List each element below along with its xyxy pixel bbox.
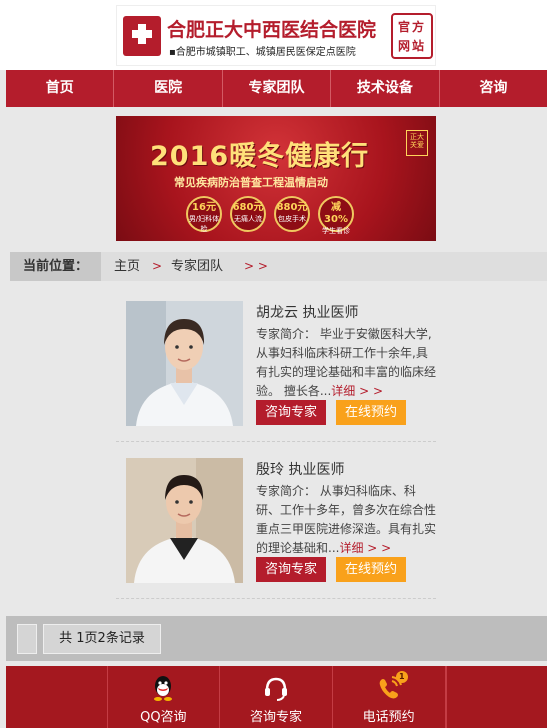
consult-expert-button[interactable]: 咨询专家 [256,557,326,582]
badge-line-2: 网站 [397,39,426,53]
nav-item-experts[interactable]: 专家团队 [223,70,332,107]
offer-desc: 无痛人流 [234,215,262,223]
bottom-action-bar: QQ咨询 咨询专家 1 电话预约 [6,666,547,728]
doctor-detail-link[interactable]: 详细 > > [339,541,391,555]
pagination: 共 1页2条记录 [6,616,547,661]
phone-booking-label: 电话预约 [362,710,415,725]
hospital-tagline: ▪合肥市城镇职工、城镇居民医保定点医院 [169,47,356,58]
qq-consult-button[interactable]: QQ咨询 [106,666,221,728]
main-nav: 首页 医院 专家团队 技术设备 咨询 [6,70,547,107]
nav-item-hospital[interactable]: 医院 [114,70,223,107]
banner-title: 2016暖冬健康行 [150,141,370,172]
promo-banner[interactable]: 2016暖冬健康行 正大 关爱 常见疾病防治普查工程温情启动 16元男/妇科体检… [116,116,436,241]
site-header: 合肥正大中西医结合医院 ▪合肥市城镇职工、城镇居民医保定点医院 官方 网站 [0,0,547,70]
official-site-badge: 官方 网站 [391,13,433,59]
online-booking-button[interactable]: 在线预约 [336,400,406,425]
doctor-name: 胡龙云 执业医师 [256,305,359,321]
expert-consult-button[interactable]: 咨询专家 [220,666,333,728]
expert-consult-label: 咨询专家 [250,710,303,725]
headset-icon [265,677,287,701]
offer-desc: 男/妇科体检 [188,215,220,233]
badge-line-1: 官方 [397,20,426,34]
breadcrumb-trail: > > [244,259,268,273]
doctor-photo[interactable] [126,301,243,426]
doctor-intro: 专家简介： 毕业于安徽医科大学,从事妇科临床科研工作十余年,具有扎实的理论基础和… [256,325,438,401]
online-booking-button[interactable]: 在线预约 [336,557,406,582]
offer-badge: 680元无痛人流 [230,196,266,232]
offer-desc: 学生看诊 [322,227,350,235]
nav-item-equipment[interactable]: 技术设备 [331,70,440,107]
offer-desc: 包皮手术 [278,215,306,223]
qq-consult-label: QQ咨询 [140,710,187,725]
offer-value: 680元 [232,202,264,213]
banner-subtitle: 常见疾病防治普查工程温情启动 [174,176,328,189]
cross-logo-icon [123,16,161,56]
doctor-photo[interactable] [126,458,243,583]
offer-badge: 880元包皮手术 [274,196,310,232]
offer-value: 减30% [324,202,348,225]
doctor-portrait-icon [126,301,243,426]
doctor-intro: 专家简介： 从事妇科临床、科研、工作十多年，曾多次在综合性重点三甲医院进修深造。… [256,482,438,558]
banner-offers: 16元男/妇科体检 680元无痛人流 880元包皮手术 减30% 学生看诊 [186,196,354,235]
pager-first-button[interactable] [17,624,37,654]
breadcrumb-separator: > [152,259,163,273]
doctor-portrait-icon [126,458,243,583]
offer-value: 880元 [276,202,308,213]
offer-badge: 16元男/妇科体检 [186,196,222,233]
bottom-bar-spacer [6,666,107,728]
phone-booking-button[interactable]: 1 电话预约 [333,666,446,728]
banner-stamp: 正大 关爱 [406,130,428,156]
doctor-card: 胡龙云 执业医师 专家简介： 毕业于安徽医科大学,从事妇科临床科研工作十余年,具… [116,292,436,442]
pager-info: 共 1页2条记录 [43,624,161,654]
notification-badge: 1 [395,671,408,683]
doctor-detail-link[interactable]: 详细 > > [331,384,383,398]
doctor-name: 殷玲 执业医师 [256,462,345,478]
consult-expert-button[interactable]: 咨询专家 [256,400,326,425]
breadcrumb-home-link[interactable]: 主页 [114,252,140,281]
nav-item-home[interactable]: 首页 [6,70,115,107]
bottom-bar-spacer [445,666,547,728]
hospital-logo[interactable]: 合肥正大中西医结合医院 ▪合肥市城镇职工、城镇居民医保定点医院 官方 网站 [116,5,436,66]
breadcrumb-current-link[interactable]: 专家团队 [171,252,223,281]
breadcrumb: 当前位置： 主页 > 专家团队 > > [10,252,547,281]
nav-item-consult[interactable]: 咨询 [440,70,547,107]
qq-icon [154,676,173,701]
breadcrumb-label: 当前位置： [10,252,101,281]
doctor-card: 殷玲 执业医师 专家简介： 从事妇科临床、科研、工作十多年，曾多次在综合性重点三… [116,449,436,599]
hospital-name: 合肥正大中西医结合医院 [167,19,377,41]
offer-value: 16元 [192,202,216,213]
offer-badge: 减30% 学生看诊 [318,196,354,235]
